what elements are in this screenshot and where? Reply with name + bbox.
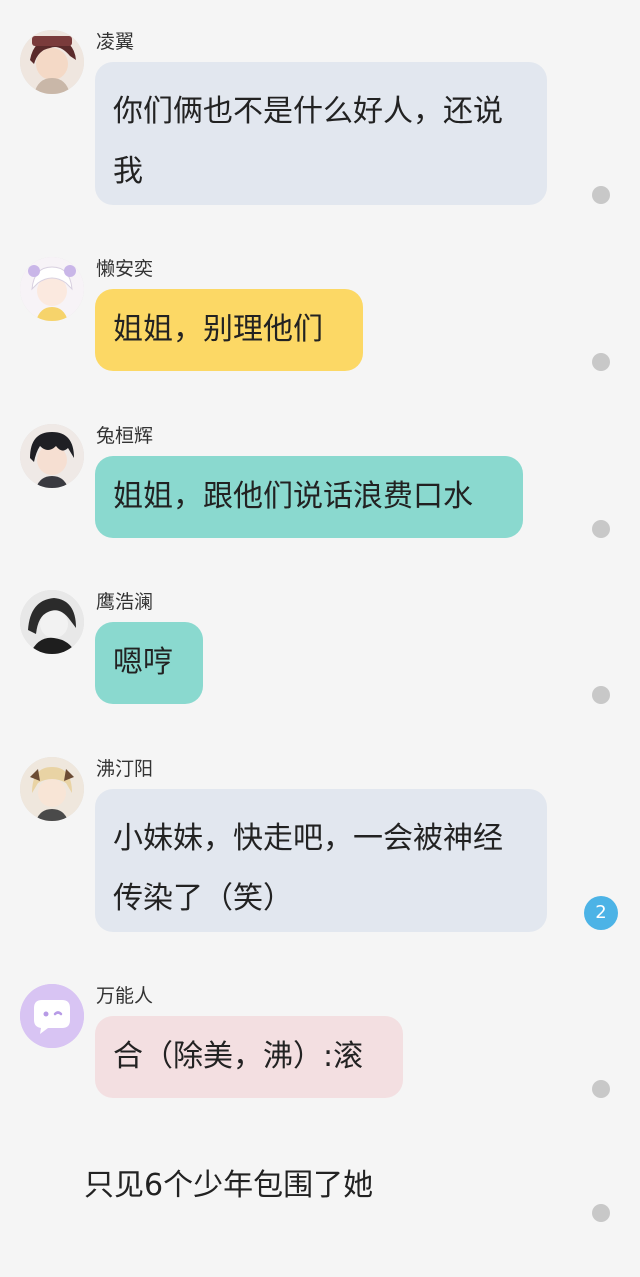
chat-bubble-icon	[20, 984, 84, 1048]
sender-name: 懒安奕	[96, 258, 154, 280]
status-dot	[592, 1204, 610, 1222]
message-bubble[interactable]: 小妹妹，快走吧，一会被神经传染了（笑）	[95, 789, 547, 932]
narration-text: 只见6个少年包围了她	[84, 1168, 374, 1203]
avatar[interactable]	[20, 424, 84, 488]
reply-count-badge[interactable]: 2	[584, 896, 618, 930]
avatar[interactable]	[20, 984, 84, 1048]
sender-name: 万能人	[96, 985, 154, 1007]
status-dot	[592, 1080, 610, 1098]
message-bubble[interactable]: 你们俩也不是什么好人，还说我	[95, 62, 547, 205]
status-dot	[592, 686, 610, 704]
message-bubble[interactable]: 姐姐，跟他们说话浪费口水	[95, 456, 523, 538]
avatar-dark-hair-icon	[20, 30, 84, 94]
message-bubble[interactable]: 合（除美，沸）:滚	[95, 1016, 403, 1098]
message-bubble[interactable]: 嗯哼	[95, 622, 203, 704]
status-dot	[592, 186, 610, 204]
status-dot	[592, 353, 610, 371]
avatar[interactable]	[20, 30, 84, 94]
sender-name: 沸汀阳	[96, 758, 154, 780]
avatar[interactable]	[20, 257, 84, 321]
avatar-black-hair-icon	[20, 424, 84, 488]
sender-name: 鹰浩澜	[96, 591, 154, 613]
avatar[interactable]	[20, 757, 84, 821]
avatar-monochrome-icon	[20, 590, 84, 654]
message-bubble[interactable]: 姐姐，别理他们	[95, 289, 363, 371]
avatar-white-hair-icon	[20, 257, 84, 321]
sender-name: 凌翼	[96, 31, 135, 53]
avatar-blond-icon	[20, 757, 84, 821]
sender-name: 兔桓辉	[96, 425, 154, 447]
status-dot	[592, 520, 610, 538]
avatar[interactable]	[20, 590, 84, 654]
